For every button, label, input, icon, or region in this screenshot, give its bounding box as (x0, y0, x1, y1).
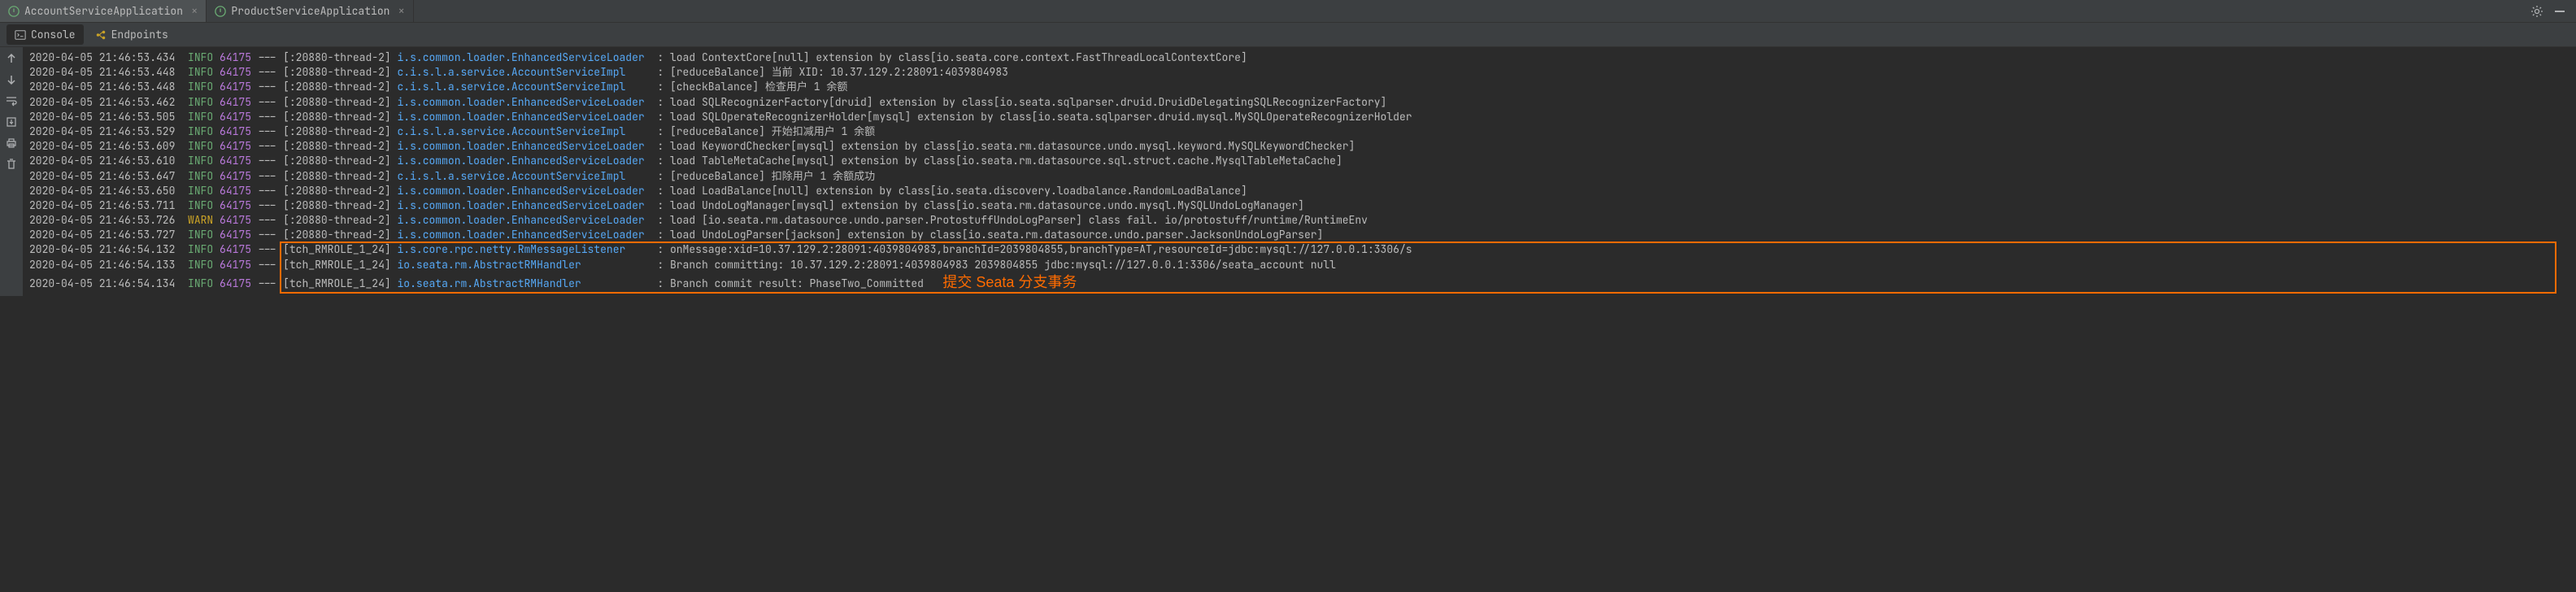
spring-boot-icon (215, 6, 226, 17)
console-output[interactable]: 2020-04-05 21:46:53.434 INFO 64175 --- [… (23, 47, 2576, 296)
endpoints-icon (95, 29, 107, 41)
log-line: 2020-04-05 21:46:53.448 INFO 64175 --- [… (29, 80, 2569, 94)
log-line: 2020-04-05 21:46:53.647 INFO 64175 --- [… (29, 169, 2569, 184)
log-line: 2020-04-05 21:46:53.505 INFO 64175 --- [… (29, 110, 2569, 124)
log-line: 2020-04-05 21:46:53.726 WARN 64175 --- [… (29, 213, 2569, 228)
scroll-down-icon[interactable] (5, 73, 18, 86)
close-icon[interactable]: × (398, 4, 404, 19)
scroll-up-icon[interactable] (5, 52, 18, 65)
log-line: 2020-04-05 21:46:54.133 INFO 64175 --- [… (29, 258, 2569, 272)
log-line: 2020-04-05 21:46:53.727 INFO 64175 --- [… (29, 228, 2569, 242)
tab-label: AccountServiceApplication (24, 4, 183, 18)
console-icon (15, 29, 26, 41)
tab-label: ProductServiceApplication (231, 4, 389, 18)
console-gutter (0, 47, 23, 296)
gear-icon[interactable] (2530, 5, 2543, 18)
delete-icon[interactable] (5, 158, 18, 171)
tab-account-service[interactable]: AccountServiceApplication × (0, 0, 207, 22)
close-icon[interactable]: × (191, 4, 198, 19)
print-icon[interactable] (5, 137, 18, 150)
minimize-icon[interactable] (2553, 5, 2566, 18)
log-line: 2020-04-05 21:46:53.448 INFO 64175 --- [… (29, 65, 2569, 80)
soft-wrap-icon[interactable] (5, 94, 18, 107)
run-tab-bar: AccountServiceApplication × ProductServi… (0, 0, 2576, 23)
log-line: 2020-04-05 21:46:53.434 INFO 64175 --- [… (29, 50, 2569, 65)
scroll-to-end-icon[interactable] (5, 115, 18, 128)
tab-product-service[interactable]: ProductServiceApplication × (207, 0, 413, 22)
tool-window-tabs: Console Endpoints (0, 23, 2576, 47)
sub-tab-label: Endpoints (111, 28, 168, 41)
sub-tab-endpoints[interactable]: Endpoints (87, 24, 176, 45)
log-line: 2020-04-05 21:46:53.609 INFO 64175 --- [… (29, 139, 2569, 154)
sub-tab-label: Console (31, 28, 76, 41)
log-line: 2020-04-05 21:46:54.134 INFO 64175 --- [… (29, 272, 2569, 293)
log-line: 2020-04-05 21:46:53.529 INFO 64175 --- [… (29, 124, 2569, 139)
log-line: 2020-04-05 21:46:53.462 INFO 64175 --- [… (29, 95, 2569, 110)
log-line: 2020-04-05 21:46:53.610 INFO 64175 --- [… (29, 154, 2569, 168)
log-line: 2020-04-05 21:46:53.650 INFO 64175 --- [… (29, 184, 2569, 198)
log-line: 2020-04-05 21:46:54.132 INFO 64175 --- [… (29, 242, 2569, 257)
spring-boot-icon (8, 6, 20, 17)
sub-tab-console[interactable]: Console (7, 24, 84, 45)
log-line: 2020-04-05 21:46:53.711 INFO 64175 --- [… (29, 198, 2569, 213)
